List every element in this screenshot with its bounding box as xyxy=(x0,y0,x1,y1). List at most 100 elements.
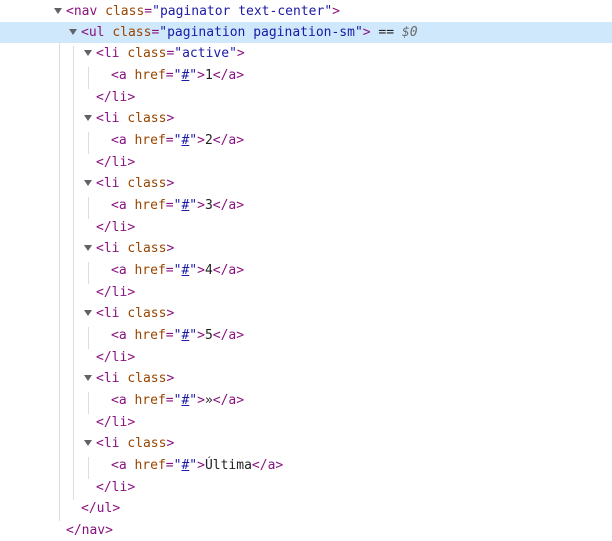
nav-open-tag[interactable]: <nav class="paginator text-center"> xyxy=(66,1,340,22)
attr-name: class xyxy=(112,25,152,40)
ul-open-tag[interactable]: <ul class="pagination pagination-sm"> ==… xyxy=(81,22,418,43)
dom-node-li-close[interactable]: </li> xyxy=(0,217,612,238)
attr-name: href xyxy=(134,458,166,473)
anchor-text: Última xyxy=(204,458,252,473)
anchor-text: » xyxy=(204,393,213,408)
dom-node-anchor[interactable]: <a href="#">2</a> xyxy=(0,130,612,151)
li-open-tag[interactable]: <li class> xyxy=(96,433,174,454)
attr-name: href xyxy=(134,263,166,278)
anchor-tag[interactable]: <a href="#">5</a> xyxy=(111,325,244,346)
li-open-tag[interactable]: <li class> xyxy=(96,108,174,129)
dom-node-nav-open[interactable]: <nav class="paginator text-center"> xyxy=(0,1,612,22)
tag-name: li xyxy=(103,371,120,386)
dom-node-li-open[interactable]: <li class="active"> xyxy=(0,43,612,64)
tag-name: a xyxy=(118,68,127,83)
dom-node-anchor[interactable]: <a href="#">4</a> xyxy=(0,260,612,281)
li-close-tag[interactable]: </li> xyxy=(96,217,135,238)
tag-name: ul xyxy=(96,501,113,516)
tag-name: li xyxy=(111,220,128,235)
dom-node-anchor[interactable]: <a href="#">3</a> xyxy=(0,195,612,216)
expand-arrow-icon[interactable] xyxy=(84,440,92,446)
console-ref: $0 xyxy=(401,25,418,40)
expand-arrow-icon[interactable] xyxy=(84,115,92,121)
tag-name: a xyxy=(118,133,127,148)
attr-name: href xyxy=(134,133,166,148)
anchor-text: 4 xyxy=(204,263,213,278)
dom-node-li-open[interactable]: <li class> xyxy=(0,108,612,129)
li-open-tag[interactable]: <li class> xyxy=(96,238,174,259)
dom-node-li-open[interactable]: <li class> xyxy=(0,303,612,324)
dom-node-anchor[interactable]: <a href="#">1</a> xyxy=(0,65,612,86)
tag-name: li xyxy=(111,480,128,495)
tag-name: a xyxy=(118,458,127,473)
tag-name: a xyxy=(118,198,127,213)
anchor-tag[interactable]: <a href="#">2</a> xyxy=(111,130,244,151)
tag-name: li xyxy=(111,350,128,365)
expand-arrow-icon[interactable] xyxy=(54,8,62,14)
attr-name: class xyxy=(127,436,167,451)
li-close-tag[interactable]: </li> xyxy=(96,282,135,303)
attr-name: href xyxy=(134,68,166,83)
dom-node-li-open[interactable]: <li class> xyxy=(0,173,612,194)
dom-node-li-close[interactable]: </li> xyxy=(0,152,612,173)
anchor-tag[interactable]: <a href="#">4</a> xyxy=(111,260,244,281)
attr-name: class xyxy=(127,111,167,126)
dom-node-nav-close[interactable]: </nav> xyxy=(0,520,612,541)
tag-name: li xyxy=(103,306,120,321)
tag-name: li xyxy=(111,285,128,300)
li-open-tag[interactable]: <li class> xyxy=(96,303,174,324)
nav-close-tag[interactable]: </nav> xyxy=(66,520,113,541)
dom-node-anchor[interactable]: <a href="#">Última</a> xyxy=(0,455,612,476)
expand-arrow-icon[interactable] xyxy=(84,180,92,186)
anchor-text: 3 xyxy=(204,198,213,213)
expand-arrow-icon[interactable] xyxy=(84,245,92,251)
attr-name: class xyxy=(127,176,167,191)
attr-name: class xyxy=(127,306,167,321)
expand-arrow-icon[interactable] xyxy=(84,375,92,381)
dom-node-li-close[interactable]: </li> xyxy=(0,282,612,303)
dom-node-ul-close[interactable]: </ul> xyxy=(0,498,612,519)
li-close-tag[interactable]: </li> xyxy=(96,477,135,498)
dom-node-li-close[interactable]: </li> xyxy=(0,477,612,498)
dom-node-anchor[interactable]: <a href="#">5</a> xyxy=(0,325,612,346)
tag-name: a xyxy=(118,393,127,408)
dom-node-li-close[interactable]: </li> xyxy=(0,87,612,108)
dom-node-li-close[interactable]: </li> xyxy=(0,412,612,433)
li-open-tag[interactable]: <li class="active"> xyxy=(96,43,245,64)
attr-name: href xyxy=(134,198,166,213)
anchor-tag[interactable]: <a href="#">Última</a> xyxy=(111,455,283,476)
expand-arrow-icon[interactable] xyxy=(84,310,92,316)
dom-node-ul-open-selected[interactable]: <ul class="pagination pagination-sm"> ==… xyxy=(0,22,612,43)
tag-name: ul xyxy=(88,25,105,40)
li-close-tag[interactable]: </li> xyxy=(96,152,135,173)
tag-name: nav xyxy=(73,4,98,19)
expand-arrow-icon[interactable] xyxy=(84,50,92,56)
li-close-tag[interactable]: </li> xyxy=(96,87,135,108)
attr-value: paginator text-center xyxy=(159,4,325,19)
dom-node-li-open[interactable]: <li class> xyxy=(0,433,612,454)
expand-arrow-icon[interactable] xyxy=(69,29,77,35)
dom-node-li-open[interactable]: <li class> xyxy=(0,368,612,389)
dom-node-li-close[interactable]: </li> xyxy=(0,347,612,368)
tag-name: li xyxy=(103,176,120,191)
tag-name: li xyxy=(111,155,128,170)
elements-dom-tree: <nav class="paginator text-center"> <ul … xyxy=(0,0,612,541)
li-open-tag[interactable]: <li class> xyxy=(96,173,174,194)
anchor-tag[interactable]: <a href="#">1</a> xyxy=(111,65,244,86)
dom-node-li-open[interactable]: <li class> xyxy=(0,238,612,259)
li-open-tag[interactable]: <li class> xyxy=(96,368,174,389)
tag-name: li xyxy=(111,415,128,430)
attr-name: href xyxy=(134,393,166,408)
tag-name: nav xyxy=(81,523,106,538)
li-close-tag[interactable]: </li> xyxy=(96,412,135,433)
anchor-tag[interactable]: <a href="#">3</a> xyxy=(111,195,244,216)
li-close-tag[interactable]: </li> xyxy=(96,347,135,368)
tag-name: li xyxy=(103,436,120,451)
anchor-tag[interactable]: <a href="#">»</a> xyxy=(111,390,244,411)
attr-value: pagination pagination-sm xyxy=(167,25,355,40)
ul-close-tag[interactable]: </ul> xyxy=(81,498,120,519)
tag-name: a xyxy=(118,263,127,278)
dom-node-anchor[interactable]: <a href="#">»</a> xyxy=(0,390,612,411)
anchor-text: 2 xyxy=(204,133,213,148)
attr-name: href xyxy=(134,328,166,343)
